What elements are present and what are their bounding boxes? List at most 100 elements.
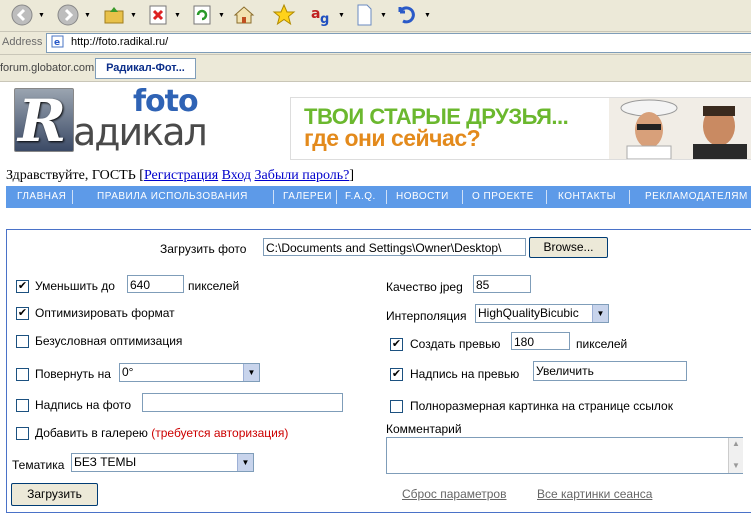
preview-caption-label: Надпись на превью <box>410 367 520 381</box>
caption-input[interactable] <box>142 393 343 412</box>
nav-galleries[interactable]: ГАЛЕРЕИ <box>283 186 332 208</box>
ie-page-icon: e <box>51 35 64 48</box>
reduce-label: Уменьшить до <box>35 279 115 293</box>
gallery-checkbox[interactable] <box>16 427 29 440</box>
up-dropdown-icon[interactable]: ▼ <box>130 12 137 19</box>
scroll-down-icon[interactable]: ▼ <box>732 461 740 470</box>
nav-separator <box>546 190 547 204</box>
gallery-label-text: Добавить в галерею <box>35 426 148 440</box>
svg-text:e: e <box>54 38 60 48</box>
forgot-password-link[interactable]: Забыли пароль? <box>255 168 350 183</box>
nav-rules[interactable]: ПРАВИЛА ИСПОЛЬЗОВАНИЯ <box>97 186 248 208</box>
comment-label: Комментарий <box>386 422 462 436</box>
nav-advertisers[interactable]: РЕКЛАМОДАТЕЛЯМ <box>645 186 748 208</box>
reduce-checkbox[interactable]: ✔ <box>16 280 29 293</box>
quality-label: Качество jpeg <box>386 280 463 294</box>
theme-select-value: БЕЗ ТЕМЫ <box>74 455 137 469</box>
nav-separator <box>72 190 73 204</box>
file-path-input[interactable]: C:\Documents and Settings\Owner\Desktop\ <box>263 238 526 256</box>
reset-params-link[interactable]: Сброс параметров <box>402 487 506 501</box>
stop-icon[interactable] <box>146 3 170 27</box>
refresh-dropdown-icon[interactable]: ▼ <box>218 12 225 19</box>
favorites-star-icon[interactable] <box>272 3 296 27</box>
logo-letter: R <box>18 87 67 155</box>
nav-separator <box>386 190 387 204</box>
nav-separator <box>273 190 274 204</box>
nav-faq[interactable]: F.A.Q. <box>345 186 376 208</box>
stop-dropdown-icon[interactable]: ▼ <box>174 12 181 19</box>
preview-checkbox[interactable]: ✔ <box>390 338 403 351</box>
home-icon[interactable] <box>232 3 256 27</box>
login-link[interactable]: Вход <box>222 168 251 183</box>
forward-icon[interactable] <box>56 3 80 27</box>
page-icon[interactable] <box>352 3 376 27</box>
rotate-select-value: 0° <box>122 365 134 379</box>
address-url[interactable]: http://foto.radikal.ru/ <box>71 36 168 48</box>
interp-select-value: HighQualityBicubic <box>478 306 579 320</box>
force-optimize-checkbox[interactable] <box>16 335 29 348</box>
upload-label: Загрузить фото <box>160 242 247 256</box>
links-label: forum.globator.com : <box>0 62 101 74</box>
preview-caption-checkbox[interactable]: ✔ <box>390 368 403 381</box>
reduce-unit: пикселей <box>188 279 240 293</box>
caption-checkbox[interactable] <box>16 399 29 412</box>
fullsize-label: Полноразмерная картинка на странице ссыл… <box>410 399 673 413</box>
register-link[interactable]: Регистрация <box>144 168 218 183</box>
browse-button[interactable]: Browse... <box>529 237 608 258</box>
optimize-label: Оптимизировать формат <box>35 306 175 320</box>
forward-dropdown-icon[interactable]: ▼ <box>84 12 91 19</box>
nav-separator <box>462 190 463 204</box>
spelling-dropdown-icon[interactable]: ▼ <box>338 12 345 19</box>
chevron-down-icon[interactable]: ▼ <box>237 454 253 471</box>
nav-home[interactable]: ГЛАВНАЯ <box>17 186 66 208</box>
preview-label: Создать превью <box>410 337 501 351</box>
interp-label: Интерполяция <box>386 309 467 323</box>
svg-text:g: g <box>320 12 329 27</box>
refresh-icon[interactable] <box>190 3 214 27</box>
gallery-auth-note: (требуется авторизация) <box>151 426 289 440</box>
optimize-checkbox[interactable]: ✔ <box>16 307 29 320</box>
preview-caption-input[interactable]: Увеличить <box>533 361 687 381</box>
browser-toolbar: ▼ ▼ ▼ ▼ ▼ ag ▼ ▼ ▼ <box>0 0 751 32</box>
rotate-label: Повернуть на <box>35 367 111 381</box>
page-dropdown-icon[interactable]: ▼ <box>380 12 387 19</box>
theme-label: Тематика <box>12 458 65 472</box>
rotate-checkbox[interactable] <box>16 368 29 381</box>
caption-label: Надпись на фото <box>35 398 132 412</box>
scroll-up-icon[interactable]: ▲ <box>732 439 740 448</box>
nav-separator <box>336 190 337 204</box>
force-optimize-label: Безусловная оптимизация <box>35 334 183 348</box>
greeting-text: Здравствуйте, ГОСТЬ <box>6 168 136 183</box>
taskbar-tab-radikal[interactable]: Радикал-Фот... <box>95 58 196 79</box>
chevron-down-icon[interactable]: ▼ <box>592 305 608 322</box>
undo-dropdown-icon[interactable]: ▼ <box>424 12 431 19</box>
preview-unit: пикселей <box>576 337 628 351</box>
submit-upload-button[interactable]: Загрузить <box>11 483 98 506</box>
back-dropdown-icon[interactable]: ▼ <box>38 12 45 19</box>
preview-size-input[interactable]: 180 <box>511 332 570 350</box>
all-session-images-link[interactable]: Все картинки сеанса <box>537 487 652 501</box>
nav-news[interactable]: НОВОСТИ <box>396 186 449 208</box>
gallery-label: Добавить в галерею (требуется авторизаци… <box>35 426 288 440</box>
nav-contacts[interactable]: КОНТАКТЫ <box>558 186 616 208</box>
quality-input[interactable]: 85 <box>473 275 531 293</box>
reduce-input[interactable]: 640 <box>127 275 184 293</box>
theme-select[interactable]: БЕЗ ТЕМЫ ▼ <box>71 453 254 472</box>
rotate-select[interactable]: 0° ▼ <box>119 363 260 382</box>
up-folder-icon[interactable] <box>102 3 126 27</box>
fullsize-checkbox[interactable] <box>390 400 403 413</box>
comment-scrollbar[interactable]: ▲ ▼ <box>728 438 743 473</box>
nav-about[interactable]: О ПРОЕКТЕ <box>472 186 534 208</box>
greeting: Здравствуйте, ГОСТЬ [Регистрация Вход За… <box>6 168 354 184</box>
greeting-bracket-close: ] <box>349 168 355 183</box>
interp-select[interactable]: HighQualityBicubic ▼ <box>475 304 609 323</box>
banner-people-photo <box>609 98 751 159</box>
back-icon[interactable] <box>10 3 34 27</box>
spelling-icon[interactable]: ag <box>310 3 334 27</box>
banner-line2: где они сейчас? <box>304 125 481 151</box>
comment-textarea[interactable] <box>386 437 743 474</box>
nav-separator <box>629 190 630 204</box>
undo-icon[interactable] <box>394 3 418 27</box>
chevron-down-icon[interactable]: ▼ <box>243 364 259 381</box>
address-label: Address <box>2 36 43 48</box>
